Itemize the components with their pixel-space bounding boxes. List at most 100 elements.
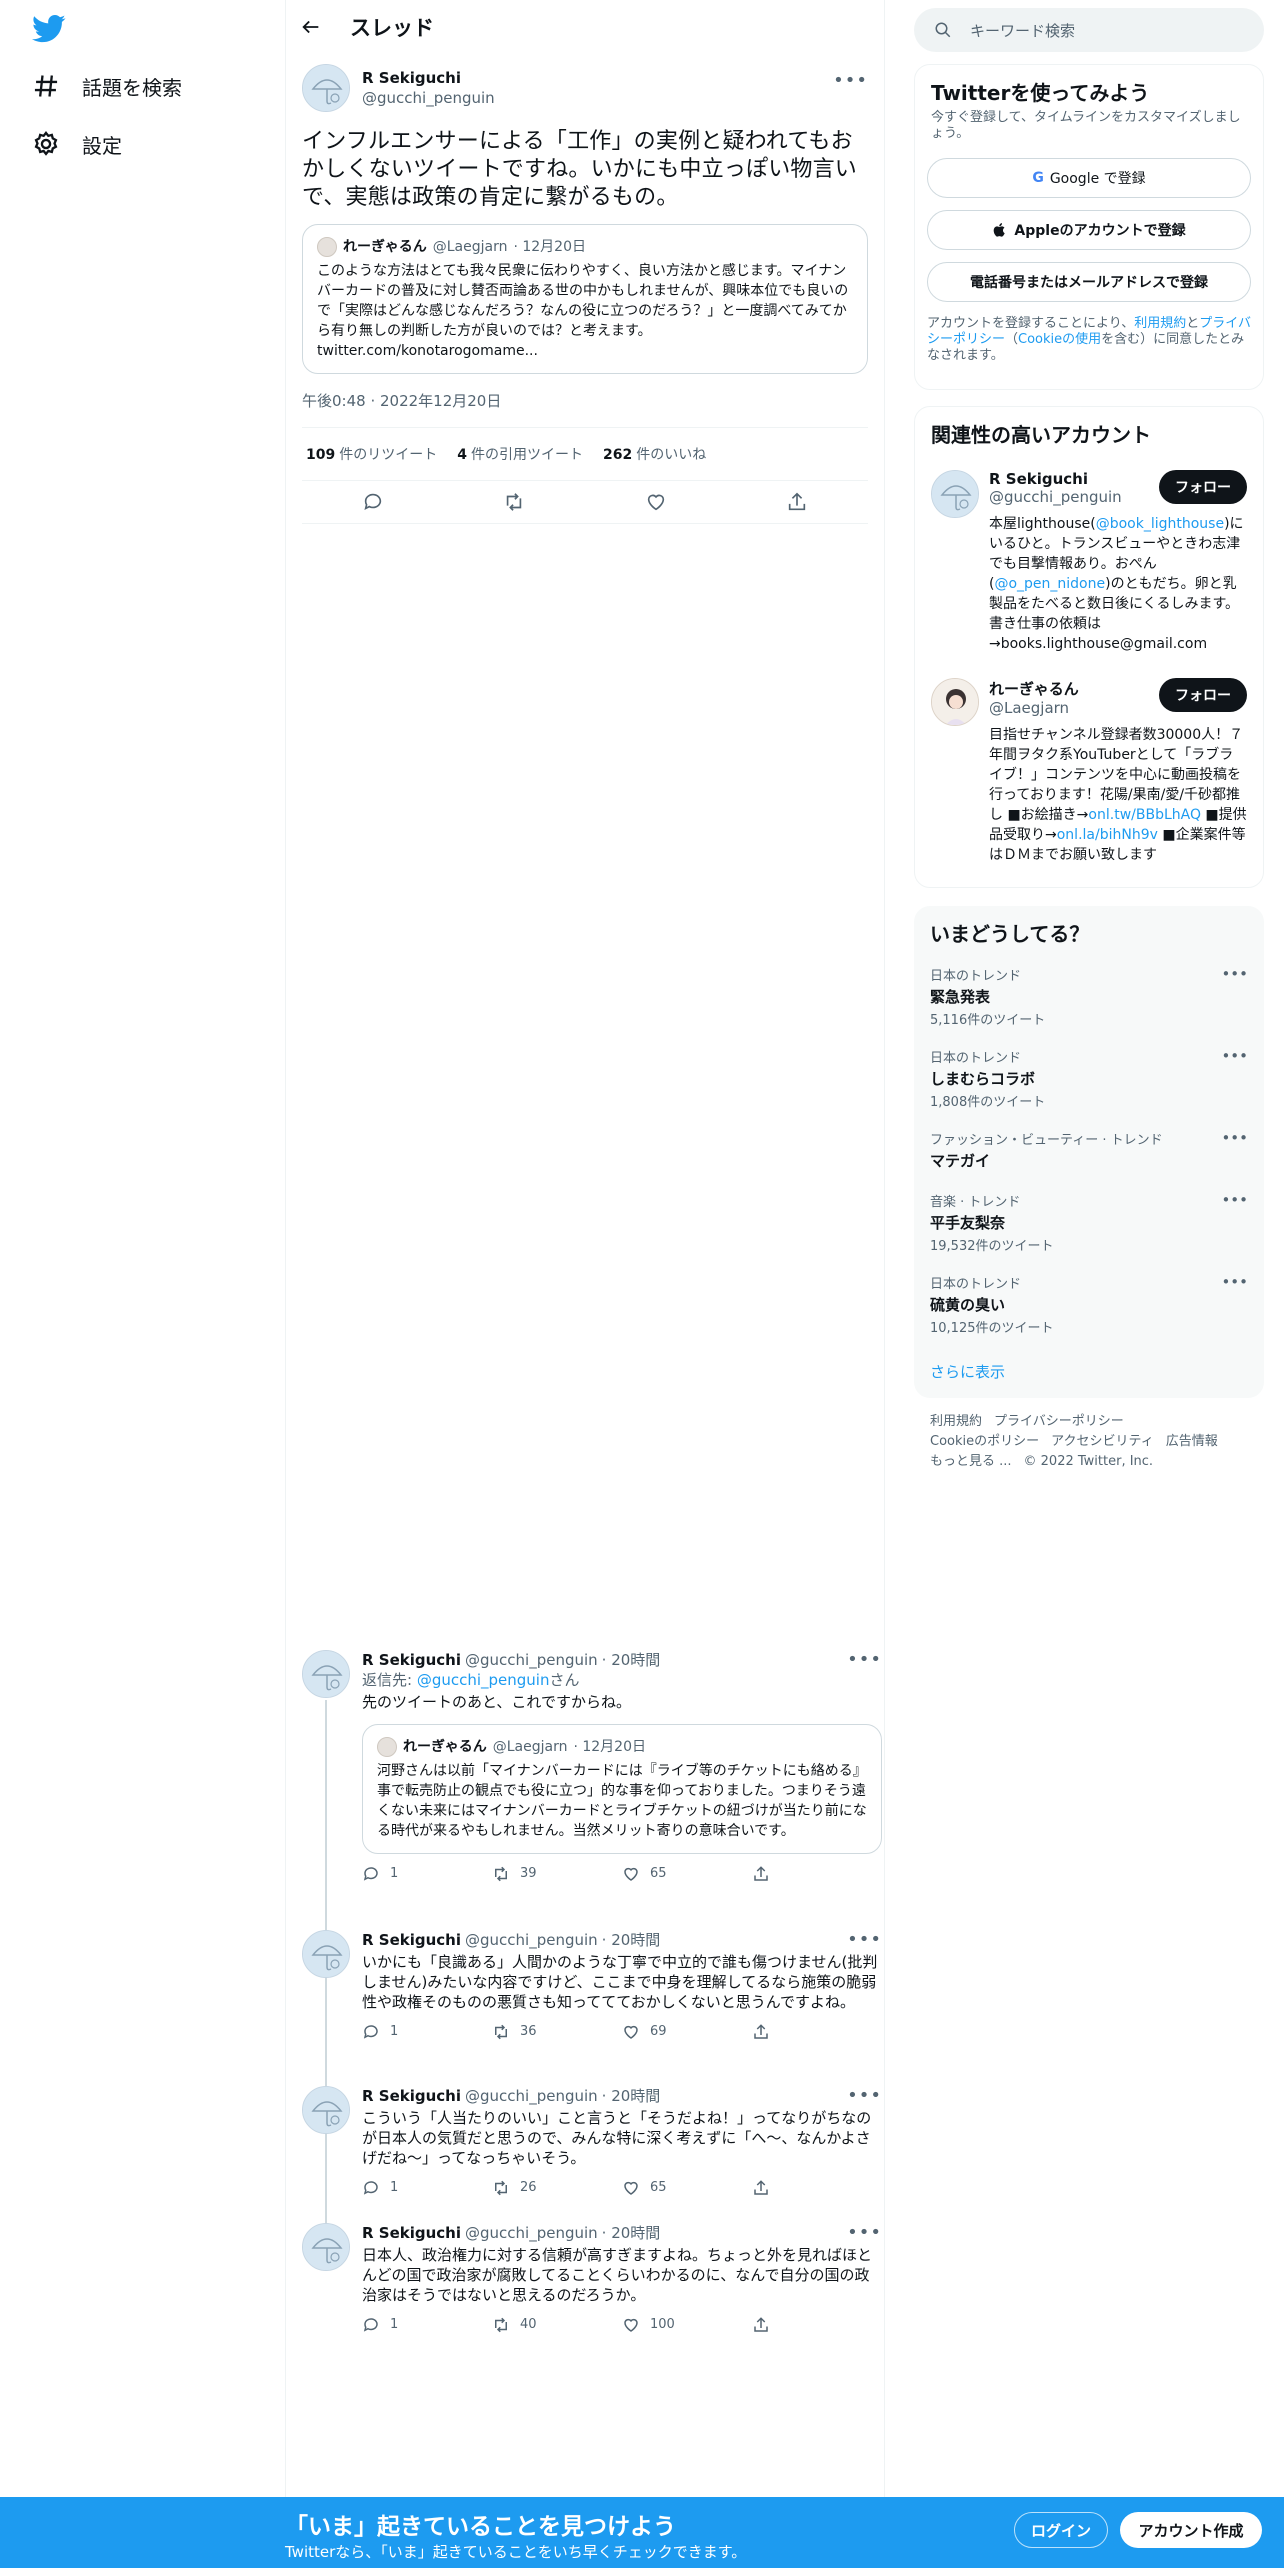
author-name[interactable]: R Sekiguchi <box>362 1650 461 1670</box>
reply-tweet[interactable]: R Sekiguchi @gucchi_penguin · 20時間 ••• 日… <box>286 2223 884 2335</box>
back-arrow-icon[interactable] <box>300 16 322 38</box>
reply-button[interactable]: 1 <box>362 2315 492 2335</box>
follow-button[interactable]: フォロー <box>1159 678 1247 712</box>
share-button[interactable] <box>752 2178 882 2198</box>
account-item[interactable]: R Sekiguchi @gucchi_penguin 本屋lighthouse… <box>915 458 1263 666</box>
author-handle[interactable]: @gucchi_penguin <box>465 2086 598 2106</box>
retweet-button[interactable]: 26 <box>492 2178 622 2198</box>
author-name[interactable]: R Sekiguchi <box>362 2223 461 2243</box>
apple-signup-button[interactable]: Appleのアカウントで登録 <box>927 210 1251 250</box>
more-icon[interactable]: ••• <box>833 70 868 91</box>
more-icon[interactable]: ••• <box>1221 965 1248 983</box>
login-button[interactable]: ログイン <box>1014 2512 1108 2548</box>
tweet-time[interactable]: · 20時間 <box>602 2086 661 2106</box>
reply-button[interactable]: 1 <box>362 1864 492 1884</box>
nav-explore[interactable]: 話題を検索 <box>32 66 182 106</box>
account-item[interactable]: れーぎゃるん @Laegjarn 目指せチャンネル登録者数30000人！７年間ヲ… <box>915 666 1263 877</box>
show-more-link[interactable]: さらに表示 <box>914 1345 1264 1398</box>
bio-link[interactable]: @book_lighthouse <box>1096 516 1224 532</box>
more-icon[interactable]: ••• <box>1221 1191 1248 1209</box>
trend-item[interactable]: 日本のトレンド しまむらコラボ 1,808件のツイート ••• <box>914 1037 1264 1119</box>
quoted-tweet[interactable]: れーぎゃるん @Laegjarn · 12月20日 このような方法はとても我々民… <box>302 224 868 374</box>
retweet-icon[interactable] <box>503 491 525 513</box>
bio-link[interactable]: @o_pen_nidone <box>994 576 1105 592</box>
trend-item[interactable]: ファッション・ビューティー · トレンド マテガイ ••• <box>914 1119 1264 1181</box>
left-nav: 話題を検索 設定 <box>0 0 285 2568</box>
retweet-button[interactable]: 40 <box>492 2315 622 2335</box>
more-icon[interactable]: ••• <box>1221 1129 1248 1147</box>
author-name[interactable]: R Sekiguchi <box>362 1930 461 1950</box>
author-handle[interactable]: @gucchi_penguin <box>465 1930 598 1950</box>
trend-item[interactable]: 日本のトレンド 硫黄の臭い 10,125件のツイート ••• <box>914 1263 1264 1345</box>
retweet-count[interactable]: 109 件のリツイート <box>306 444 437 464</box>
footer-more[interactable]: もっと見る ... <box>930 1454 1012 1469</box>
avatar[interactable] <box>931 470 979 518</box>
like-button[interactable]: 65 <box>622 1864 752 1884</box>
footer-terms[interactable]: 利用規約 <box>930 1414 982 1429</box>
like-icon[interactable] <box>645 491 667 513</box>
reply-tweet[interactable]: R Sekiguchi @gucchi_penguin · 20時間 ••• こ… <box>286 2086 884 2198</box>
tweet-time[interactable]: · 20時間 <box>602 1930 661 1950</box>
author-handle[interactable]: @gucchi_penguin <box>465 1650 598 1670</box>
search-input[interactable]: キーワード検索 <box>970 20 1075 41</box>
share-icon[interactable] <box>786 491 808 513</box>
like-button[interactable]: 69 <box>622 2022 752 2042</box>
google-signup-button[interactable]: G Google で登録 <box>927 158 1251 198</box>
more-icon[interactable]: ••• <box>847 2086 882 2106</box>
quote-link[interactable]: twitter.com/konotarogomame... <box>317 341 853 361</box>
share-button[interactable] <box>752 2315 882 2335</box>
like-button[interactable]: 65 <box>622 2178 752 2198</box>
reply-tweet[interactable]: R Sekiguchi @gucchi_penguin · 20時間 ••• 返… <box>286 1650 884 1884</box>
more-icon[interactable]: ••• <box>847 1650 882 1670</box>
author-name[interactable]: R Sekiguchi <box>362 2086 461 2106</box>
like-count[interactable]: 262 件のいいね <box>603 444 706 464</box>
more-icon[interactable]: ••• <box>847 2223 882 2243</box>
author-handle[interactable]: @gucchi_penguin <box>465 2223 598 2243</box>
share-button[interactable] <box>752 2022 882 2042</box>
more-icon[interactable]: ••• <box>1221 1273 1248 1291</box>
avatar[interactable] <box>302 2086 350 2134</box>
more-icon[interactable]: ••• <box>847 1930 882 1950</box>
author-name[interactable]: R Sekiguchi <box>362 68 495 88</box>
like-button[interactable]: 100 <box>622 2315 752 2335</box>
avatar[interactable] <box>302 1930 350 1978</box>
share-button[interactable] <box>752 1864 882 1884</box>
bio-link[interactable]: onl.tw/BBbLhAQ <box>1088 807 1201 823</box>
footer-cookie[interactable]: Cookieのポリシー <box>930 1434 1039 1449</box>
avatar[interactable] <box>302 2223 350 2271</box>
reply-icon[interactable] <box>362 491 384 513</box>
phone-email-signup-button[interactable]: 電話番号またはメールアドレスで登録 <box>927 262 1251 302</box>
avatar[interactable] <box>931 678 979 726</box>
tweet-time[interactable]: · 20時間 <box>602 2223 661 2243</box>
quote-author-name: れーぎゃるん <box>343 239 427 255</box>
bio-link[interactable]: onl.la/bihNh9v <box>1057 827 1158 843</box>
tweet-timestamp[interactable]: 午後0:48 · 2022年12月20日 <box>302 390 868 428</box>
reply-button[interactable]: 1 <box>362 2022 492 2042</box>
author-handle[interactable]: @gucchi_penguin <box>362 88 495 108</box>
avatar[interactable] <box>302 64 350 112</box>
share-icon <box>754 2317 768 2332</box>
twitter-logo-icon[interactable] <box>32 14 66 44</box>
trend-item[interactable]: 音楽 · トレンド 平手友梨奈 19,532件のツイート ••• <box>914 1181 1264 1263</box>
signup-button[interactable]: アカウント作成 <box>1120 2512 1262 2548</box>
follow-button[interactable]: フォロー <box>1159 470 1247 504</box>
reply-button[interactable]: 1 <box>362 2178 492 2198</box>
tweet-time[interactable]: · 20時間 <box>602 1650 661 1670</box>
quote-count[interactable]: 4 件の引用ツイート <box>457 444 583 464</box>
retweet-button[interactable]: 39 <box>492 1864 622 1884</box>
quoted-tweet[interactable]: れーぎゃるん @Laegjarn · 12月20日 河野さんは以前「マイナンバー… <box>362 1724 882 1854</box>
reply-tweet[interactable]: R Sekiguchi @gucchi_penguin · 20時間 ••• い… <box>286 1930 884 2042</box>
trend-item[interactable]: 日本のトレンド 緊急発表 5,116件のツイート ••• <box>914 955 1264 1037</box>
terms-link[interactable]: 利用規約 <box>1134 316 1186 331</box>
more-icon[interactable]: ••• <box>1221 1047 1248 1065</box>
trend-count: 5,116件のツイート <box>930 1013 1046 1028</box>
nav-settings[interactable]: 設定 <box>32 124 122 164</box>
retweet-button[interactable]: 36 <box>492 2022 622 2042</box>
cookie-link[interactable]: Cookieの使用 <box>1018 332 1101 347</box>
footer-accessibility[interactable]: アクセシビリティ <box>1051 1434 1154 1449</box>
footer-ads[interactable]: 広告情報 <box>1166 1434 1218 1449</box>
avatar[interactable] <box>302 1650 350 1698</box>
footer-privacy[interactable]: プライバシーポリシー <box>994 1414 1124 1429</box>
reply-to-link[interactable]: @gucchi_penguin <box>417 1671 550 1689</box>
search-box[interactable]: キーワード検索 <box>914 8 1264 52</box>
